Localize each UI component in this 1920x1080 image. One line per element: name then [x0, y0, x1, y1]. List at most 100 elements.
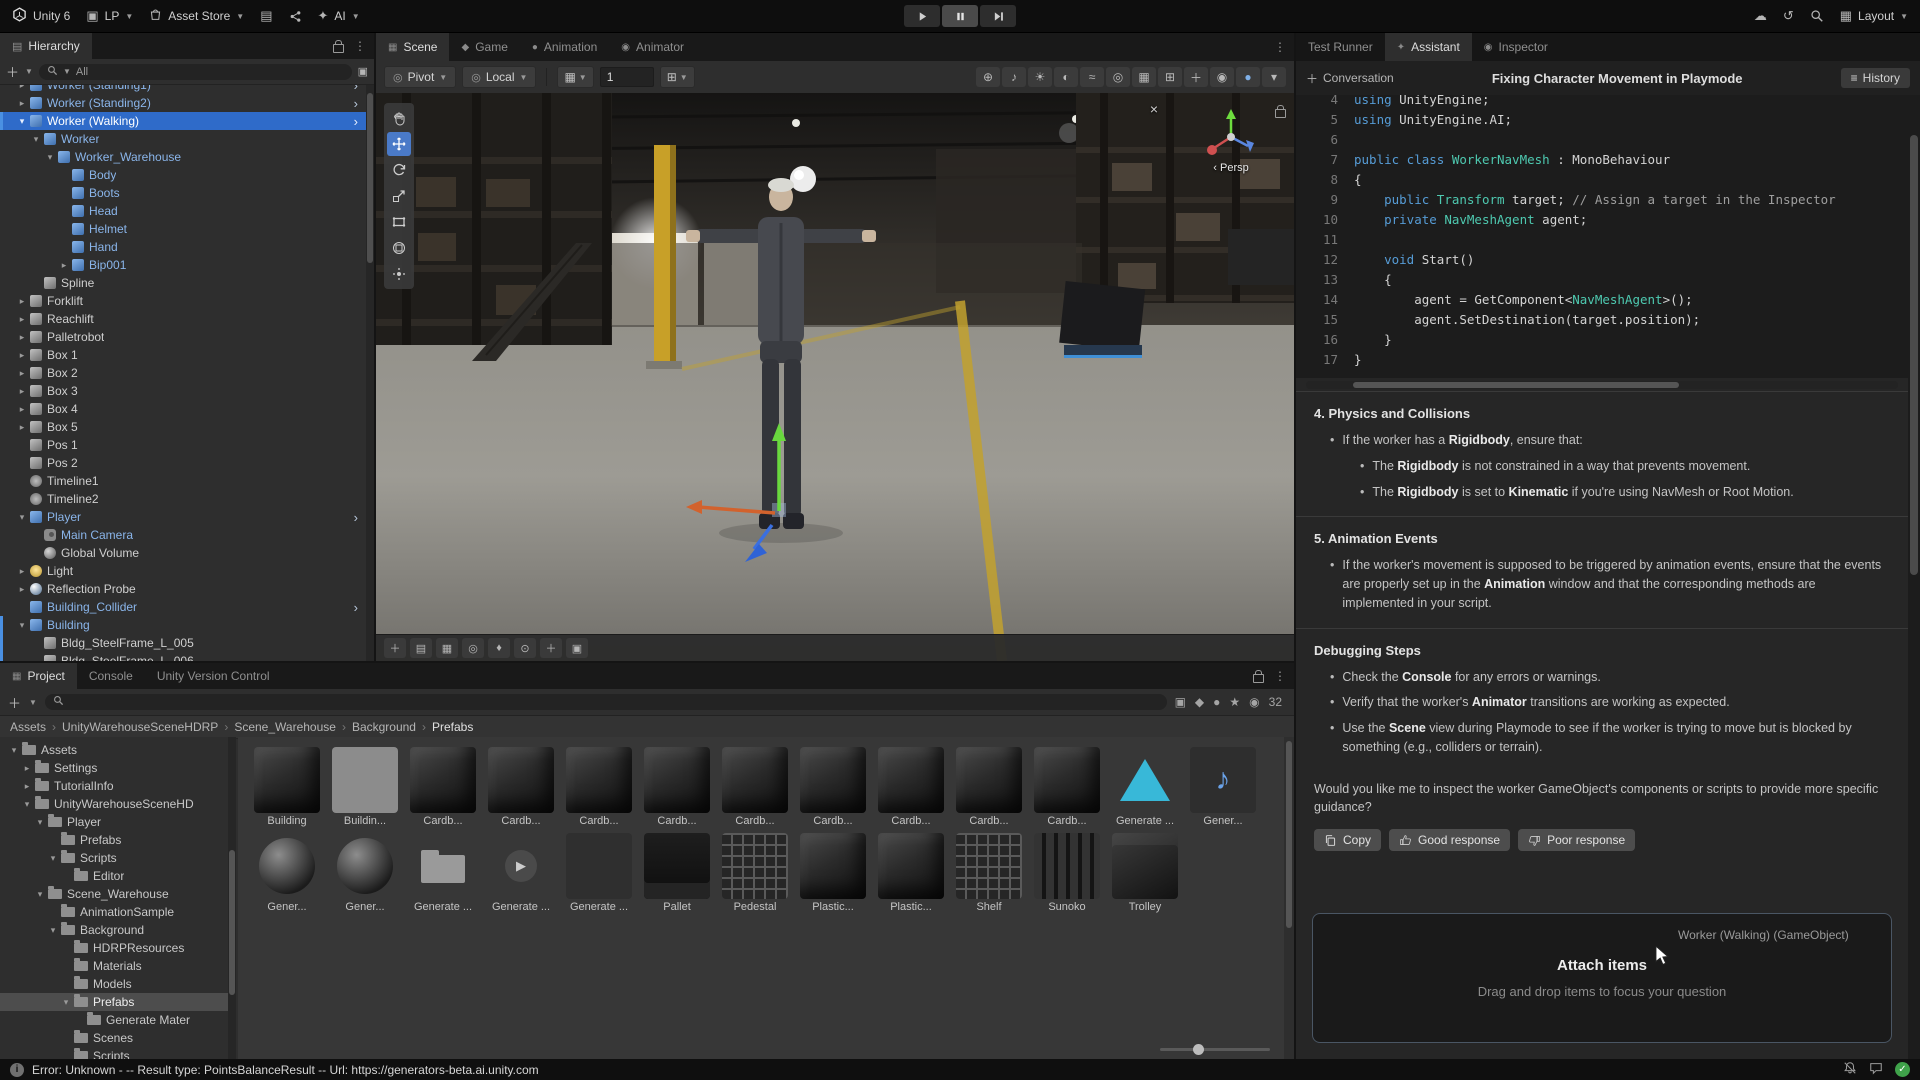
- hierarchy-item-box-3[interactable]: ▸Box 3: [0, 382, 366, 400]
- asset-cardb[interactable]: Cardb...: [950, 747, 1028, 827]
- hierarchy-item-box-5[interactable]: ▸Box 5: [0, 418, 366, 436]
- hierarchy-item-timeline2[interactable]: Timeline2: [0, 490, 366, 508]
- hierarchy-item-bldg-steelframe-l-005[interactable]: Bldg_SteelFrame_L_005: [0, 634, 366, 652]
- hierarchy-item-main-camera[interactable]: Main Camera: [0, 526, 366, 544]
- camera-preview-icon[interactable]: ◎: [1106, 67, 1130, 87]
- folder-hdrpresources[interactable]: HDRPResources: [0, 939, 228, 957]
- asset-pallet[interactable]: Pallet: [638, 833, 716, 913]
- project-tree-scrollbar[interactable]: [228, 737, 236, 1059]
- tab-hierarchy[interactable]: ▤ Hierarchy: [0, 33, 92, 59]
- lock-icon[interactable]: [333, 44, 344, 53]
- snap-increment-dropdown[interactable]: ⊞▼: [660, 66, 695, 88]
- folder-background[interactable]: ▾Background: [0, 921, 228, 939]
- hierarchy-item-light[interactable]: ▸Light: [0, 562, 366, 580]
- play-button[interactable]: [904, 5, 940, 27]
- history-button[interactable]: ≡ History: [1841, 68, 1910, 88]
- hierarchy-item-box-2[interactable]: ▸Box 2: [0, 364, 366, 382]
- attach-items-dropzone[interactable]: Attach items Drag and drop items to focu…: [1312, 913, 1892, 1043]
- hierarchy-item-boots[interactable]: Boots: [0, 184, 366, 202]
- step-button[interactable]: [980, 5, 1016, 27]
- asset-pedestal[interactable]: Pedestal: [716, 833, 794, 913]
- breadcrumb-scene-warehouse[interactable]: Scene_Warehouse: [234, 720, 336, 734]
- hierarchy-item-reflection-probe[interactable]: ▸Reflection Probe: [0, 580, 366, 598]
- hierarchy-item-head[interactable]: Head: [0, 202, 366, 220]
- fog-icon[interactable]: ≈: [1080, 67, 1104, 87]
- hierarchy-item-player[interactable]: ▾Player›: [0, 508, 366, 526]
- grid-icon[interactable]: ▦: [436, 638, 458, 658]
- gizmo-icon[interactable]: ♦: [488, 638, 510, 658]
- close-icon[interactable]: ×: [1150, 101, 1158, 117]
- asset-plastic[interactable]: Plastic...: [794, 833, 872, 913]
- lock-icon[interactable]: [1253, 674, 1264, 683]
- copy-button[interactable]: Copy: [1314, 829, 1381, 851]
- code-block[interactable]: 4using UnityEngine;5using UnityEngine.AI…: [1296, 95, 1908, 378]
- create-object-button[interactable]: ＋: [6, 62, 19, 81]
- folder-animationsample[interactable]: AnimationSample: [0, 903, 228, 921]
- status-ok-icon[interactable]: ✓: [1895, 1062, 1910, 1077]
- asset-generate[interactable]: Generate ...: [482, 833, 560, 913]
- grid-visibility-icon[interactable]: ▦: [1132, 67, 1156, 87]
- share-icon[interactable]: [289, 10, 302, 23]
- asset-cardb[interactable]: Cardb...: [794, 747, 872, 827]
- breadcrumb-assets[interactable]: Assets: [10, 720, 46, 734]
- isolation-icon[interactable]: ●: [1236, 67, 1260, 87]
- pivot-dropdown[interactable]: ◎ Pivot▼: [384, 66, 456, 88]
- asset-cardb[interactable]: Cardb...: [638, 747, 716, 827]
- status-error-message[interactable]: Error: Unknown - -- Result type: PointsB…: [32, 1063, 539, 1077]
- hierarchy-item-box-1[interactable]: ▸Box 1: [0, 346, 366, 364]
- search-icon[interactable]: [1810, 9, 1824, 23]
- good-response-button[interactable]: Good response: [1389, 829, 1510, 851]
- cloud-icon[interactable]: ☁: [1754, 8, 1767, 24]
- caret-down-icon[interactable]: ▼: [25, 67, 33, 76]
- hierarchy-item-global-volume[interactable]: Global Volume: [0, 544, 366, 562]
- hierarchy-item-worker[interactable]: ▾Worker: [0, 130, 366, 148]
- asset-cardb[interactable]: Cardb...: [1028, 747, 1106, 827]
- asset-grid-scrollbar[interactable]: [1284, 737, 1294, 1059]
- tab-scene[interactable]: ▦Scene: [376, 33, 449, 61]
- view-tool[interactable]: [387, 106, 411, 130]
- audio-icon[interactable]: ♪: [1002, 67, 1026, 87]
- hierarchy-item-timeline1[interactable]: Timeline1: [0, 472, 366, 490]
- lp-menu[interactable]: ▣ LP▼: [86, 8, 133, 24]
- folder-tutorialinfo[interactable]: ▸TutorialInfo: [0, 777, 228, 795]
- more-menu-icon[interactable]: ⋮: [354, 39, 366, 53]
- search-by-type-icon[interactable]: ▣: [1175, 695, 1186, 709]
- asset-sunoko[interactable]: Sunoko: [1028, 833, 1106, 913]
- breadcrumb-unitywarehousescenehdrp[interactable]: UnityWarehouseSceneHDRP: [62, 720, 218, 734]
- notifications-muted-icon[interactable]: [1843, 1061, 1857, 1078]
- prefab-open-chevron-icon[interactable]: ›: [350, 600, 362, 615]
- hierarchy-item-pos-2[interactable]: Pos 2: [0, 454, 366, 472]
- asset-cardb[interactable]: Cardb...: [716, 747, 794, 827]
- asset-gener[interactable]: Gener...: [326, 833, 404, 913]
- folder-scene-warehouse[interactable]: ▾Scene_Warehouse: [0, 885, 228, 903]
- asset-generate[interactable]: Generate ...: [560, 833, 638, 913]
- chat-icon[interactable]: [1869, 1061, 1883, 1078]
- hierarchy-item-palletrobot[interactable]: ▸Palletrobot: [0, 328, 366, 346]
- more-menu-icon[interactable]: ⋮: [1274, 669, 1286, 683]
- asset-store-menu[interactable]: Asset Store▼: [149, 8, 244, 24]
- scene-tabs-more-icon[interactable]: ⋮: [1274, 40, 1286, 54]
- tab-console[interactable]: Console: [77, 663, 145, 689]
- lighting-icon[interactable]: ☀: [1028, 67, 1052, 87]
- pause-button[interactable]: [942, 5, 978, 27]
- gizmos-dropdown-icon[interactable]: ▾: [1262, 67, 1286, 87]
- new-conversation-button[interactable]: ＋ Conversation: [1306, 70, 1394, 87]
- hierarchy-item-building-collider[interactable]: Building_Collider›: [0, 598, 366, 616]
- hierarchy-item-forklift[interactable]: ▸Forklift: [0, 292, 366, 310]
- hierarchy-item-worker-standing1[interactable]: ▸Worker (Standing1)›: [0, 85, 366, 94]
- folder-models[interactable]: Models: [0, 975, 228, 993]
- transform-tool[interactable]: [387, 236, 411, 260]
- favorites-icon[interactable]: ★: [1229, 695, 1240, 709]
- tab-project[interactable]: ▦Project: [0, 663, 77, 689]
- zoom-icon[interactable]: ⊙: [514, 638, 536, 658]
- axis-icon[interactable]: ＋: [1184, 67, 1208, 87]
- tab-test-runner[interactable]: Test Runner: [1296, 33, 1385, 61]
- hierarchy-scrollbar[interactable]: [366, 85, 374, 661]
- prefab-open-chevron-icon[interactable]: ›: [350, 85, 362, 93]
- folder-scenes[interactable]: Scenes: [0, 1029, 228, 1047]
- align-icon[interactable]: ▤: [410, 638, 432, 658]
- asset-trolley[interactable]: Trolley: [1106, 833, 1184, 913]
- display-icon[interactable]: ▤: [260, 8, 272, 24]
- thumbnail-zoom-slider[interactable]: [1160, 1048, 1270, 1051]
- hierarchy-item-worker-standing2[interactable]: ▸Worker (Standing2)›: [0, 94, 366, 112]
